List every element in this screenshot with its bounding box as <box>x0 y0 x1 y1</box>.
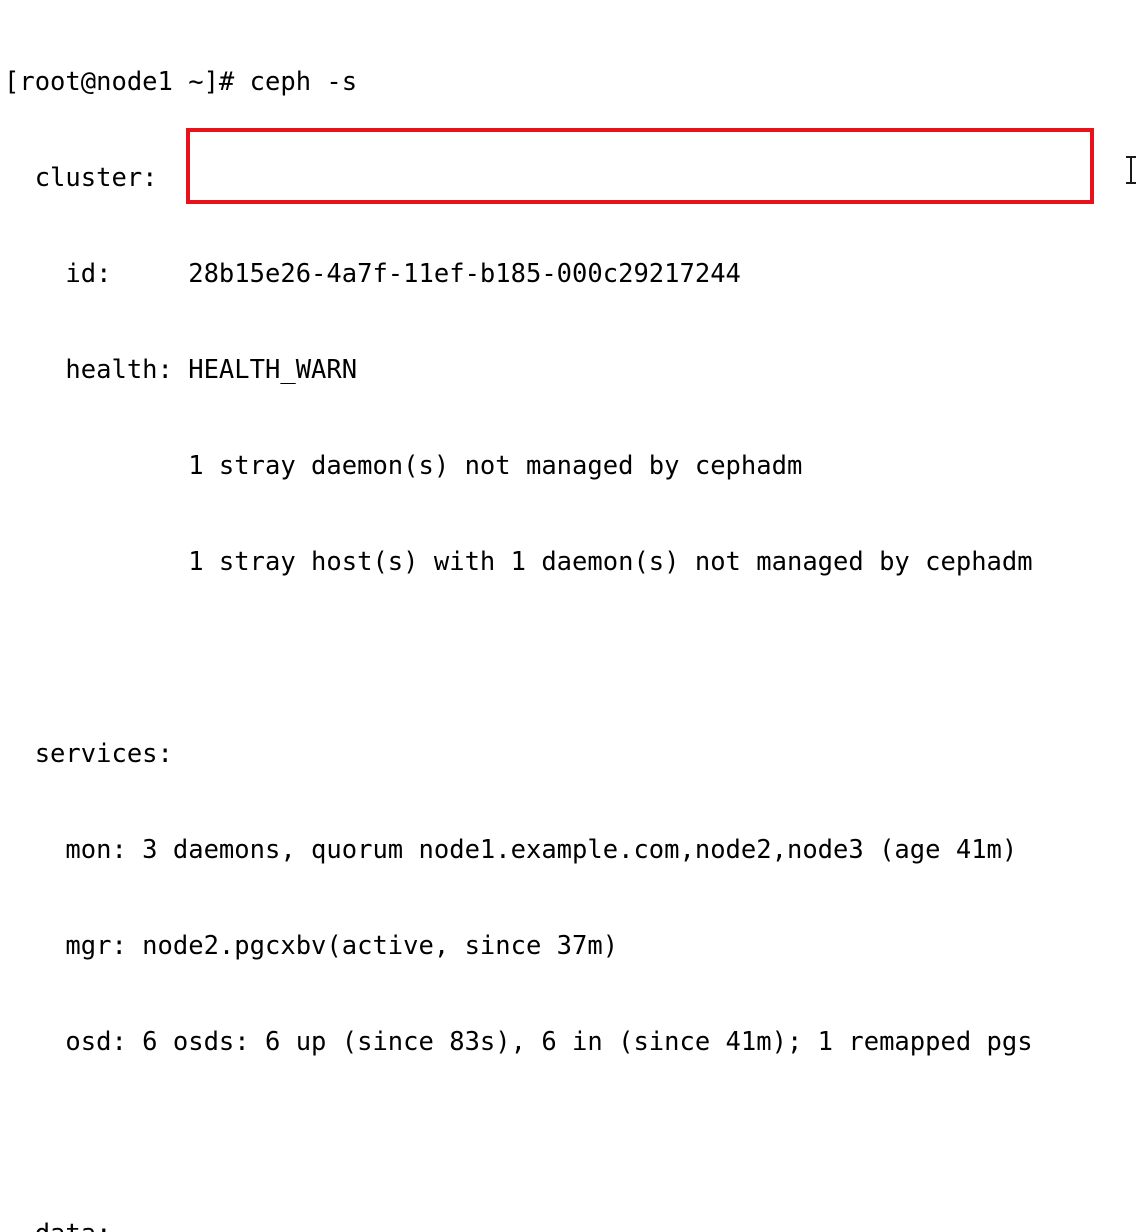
terminal-output: [root@node1 ~]# ceph -s cluster: id: 28b… <box>4 2 1033 1232</box>
mouse-ibeam-cursor-icon <box>1124 155 1138 185</box>
terminal-line-cluster-header: cluster: <box>4 163 158 193</box>
terminal-line-cluster-id: id: 28b15e26-4a7f-11ef-b185-000c29217244 <box>4 259 741 289</box>
terminal-line-cluster-health: health: HEALTH_WARN <box>4 355 358 385</box>
terminal-line-service-osd: osd: 6 osds: 6 up (since 83s), 6 in (sin… <box>4 1027 1033 1057</box>
terminal-line-blank-1 <box>4 642 1033 674</box>
terminal-line-blank-2 <box>4 1122 1033 1154</box>
terminal-window[interactable]: [root@node1 ~]# ceph -s cluster: id: 28b… <box>0 0 1139 1232</box>
terminal-line-warning-stray-daemon: 1 stray daemon(s) not managed by cephadm <box>4 451 803 481</box>
terminal-line-data-header: data: <box>4 1218 1033 1232</box>
terminal-line-service-mgr: mgr: node2.pgcxbv(active, since 37m) <box>4 931 619 961</box>
terminal-line-services-header: services: <box>4 739 173 769</box>
terminal-line-service-mon: mon: 3 daemons, quorum node1.example.com… <box>4 835 1018 865</box>
terminal-line-command: [root@node1 ~]# ceph -s <box>4 67 358 97</box>
terminal-line-warning-stray-host: 1 stray host(s) with 1 daemon(s) not man… <box>4 547 1033 577</box>
